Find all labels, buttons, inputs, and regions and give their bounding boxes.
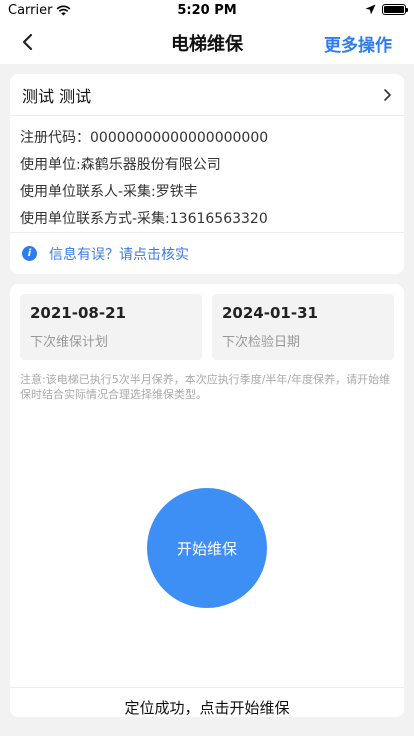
status-time: 5:20 PM [177,3,237,18]
elevator-name-row[interactable]: 测试 测试 [10,74,404,116]
maintenance-notice: 注意:该电梯已执行5次半月保养，本次应执行季度/半年/年度保养，请开始维保时结合… [20,373,391,401]
status-right [365,4,408,15]
next-maintenance-box: 2021-08-21 下次维保计划 [20,294,202,360]
location-status: 定位成功，点击开始维保 [10,687,404,717]
elevator-name: 测试 测试 [22,86,92,106]
next-maintenance-date: 2021-08-21 [30,304,126,322]
verify-info-text: 信息有误？请点击核实 [49,246,189,263]
next-inspection-box: 2024-01-31 下次检验日期 [212,294,394,360]
next-inspection-label: 下次检验日期 [222,335,301,350]
verify-info-link[interactable]: i 信息有误？请点击核实 [10,232,404,274]
nav-bar: 电梯维保 更多操作 [0,20,414,64]
maintenance-card: 2021-08-21 下次维保计划 2024-01-31 下次检验日期 注意:该… [10,284,404,717]
contact-phone-row: 使用单位联系方式-采集:13616563320 [20,210,268,227]
registration-code-row: 注册代码：00000000000000000000 [20,129,269,146]
more-actions-button[interactable]: 更多操作 [324,31,392,56]
info-rows: 注册代码：00000000000000000000 使用单位:森鹤乐器股份有限公… [10,116,404,231]
back-chevron-icon[interactable] [16,30,40,54]
next-maintenance-label: 下次维保计划 [30,335,109,350]
chevron-right-icon [384,88,391,101]
elevator-info-card: 测试 测试 注册代码：00000000000000000000 使用单位:森鹤乐… [10,74,404,274]
user-unit-row: 使用单位:森鹤乐器股份有限公司 [20,156,221,173]
battery-icon [382,4,408,15]
start-maintenance-button[interactable]: 开始维保 [147,488,267,608]
next-inspection-date: 2024-01-31 [222,304,318,322]
info-icon: i [22,246,37,261]
contact-person-row: 使用单位联系人-采集:罗铁丰 [20,183,198,200]
location-arrow-icon [365,4,376,15]
status-bar: Carrier 5:20 PM [0,0,414,20]
